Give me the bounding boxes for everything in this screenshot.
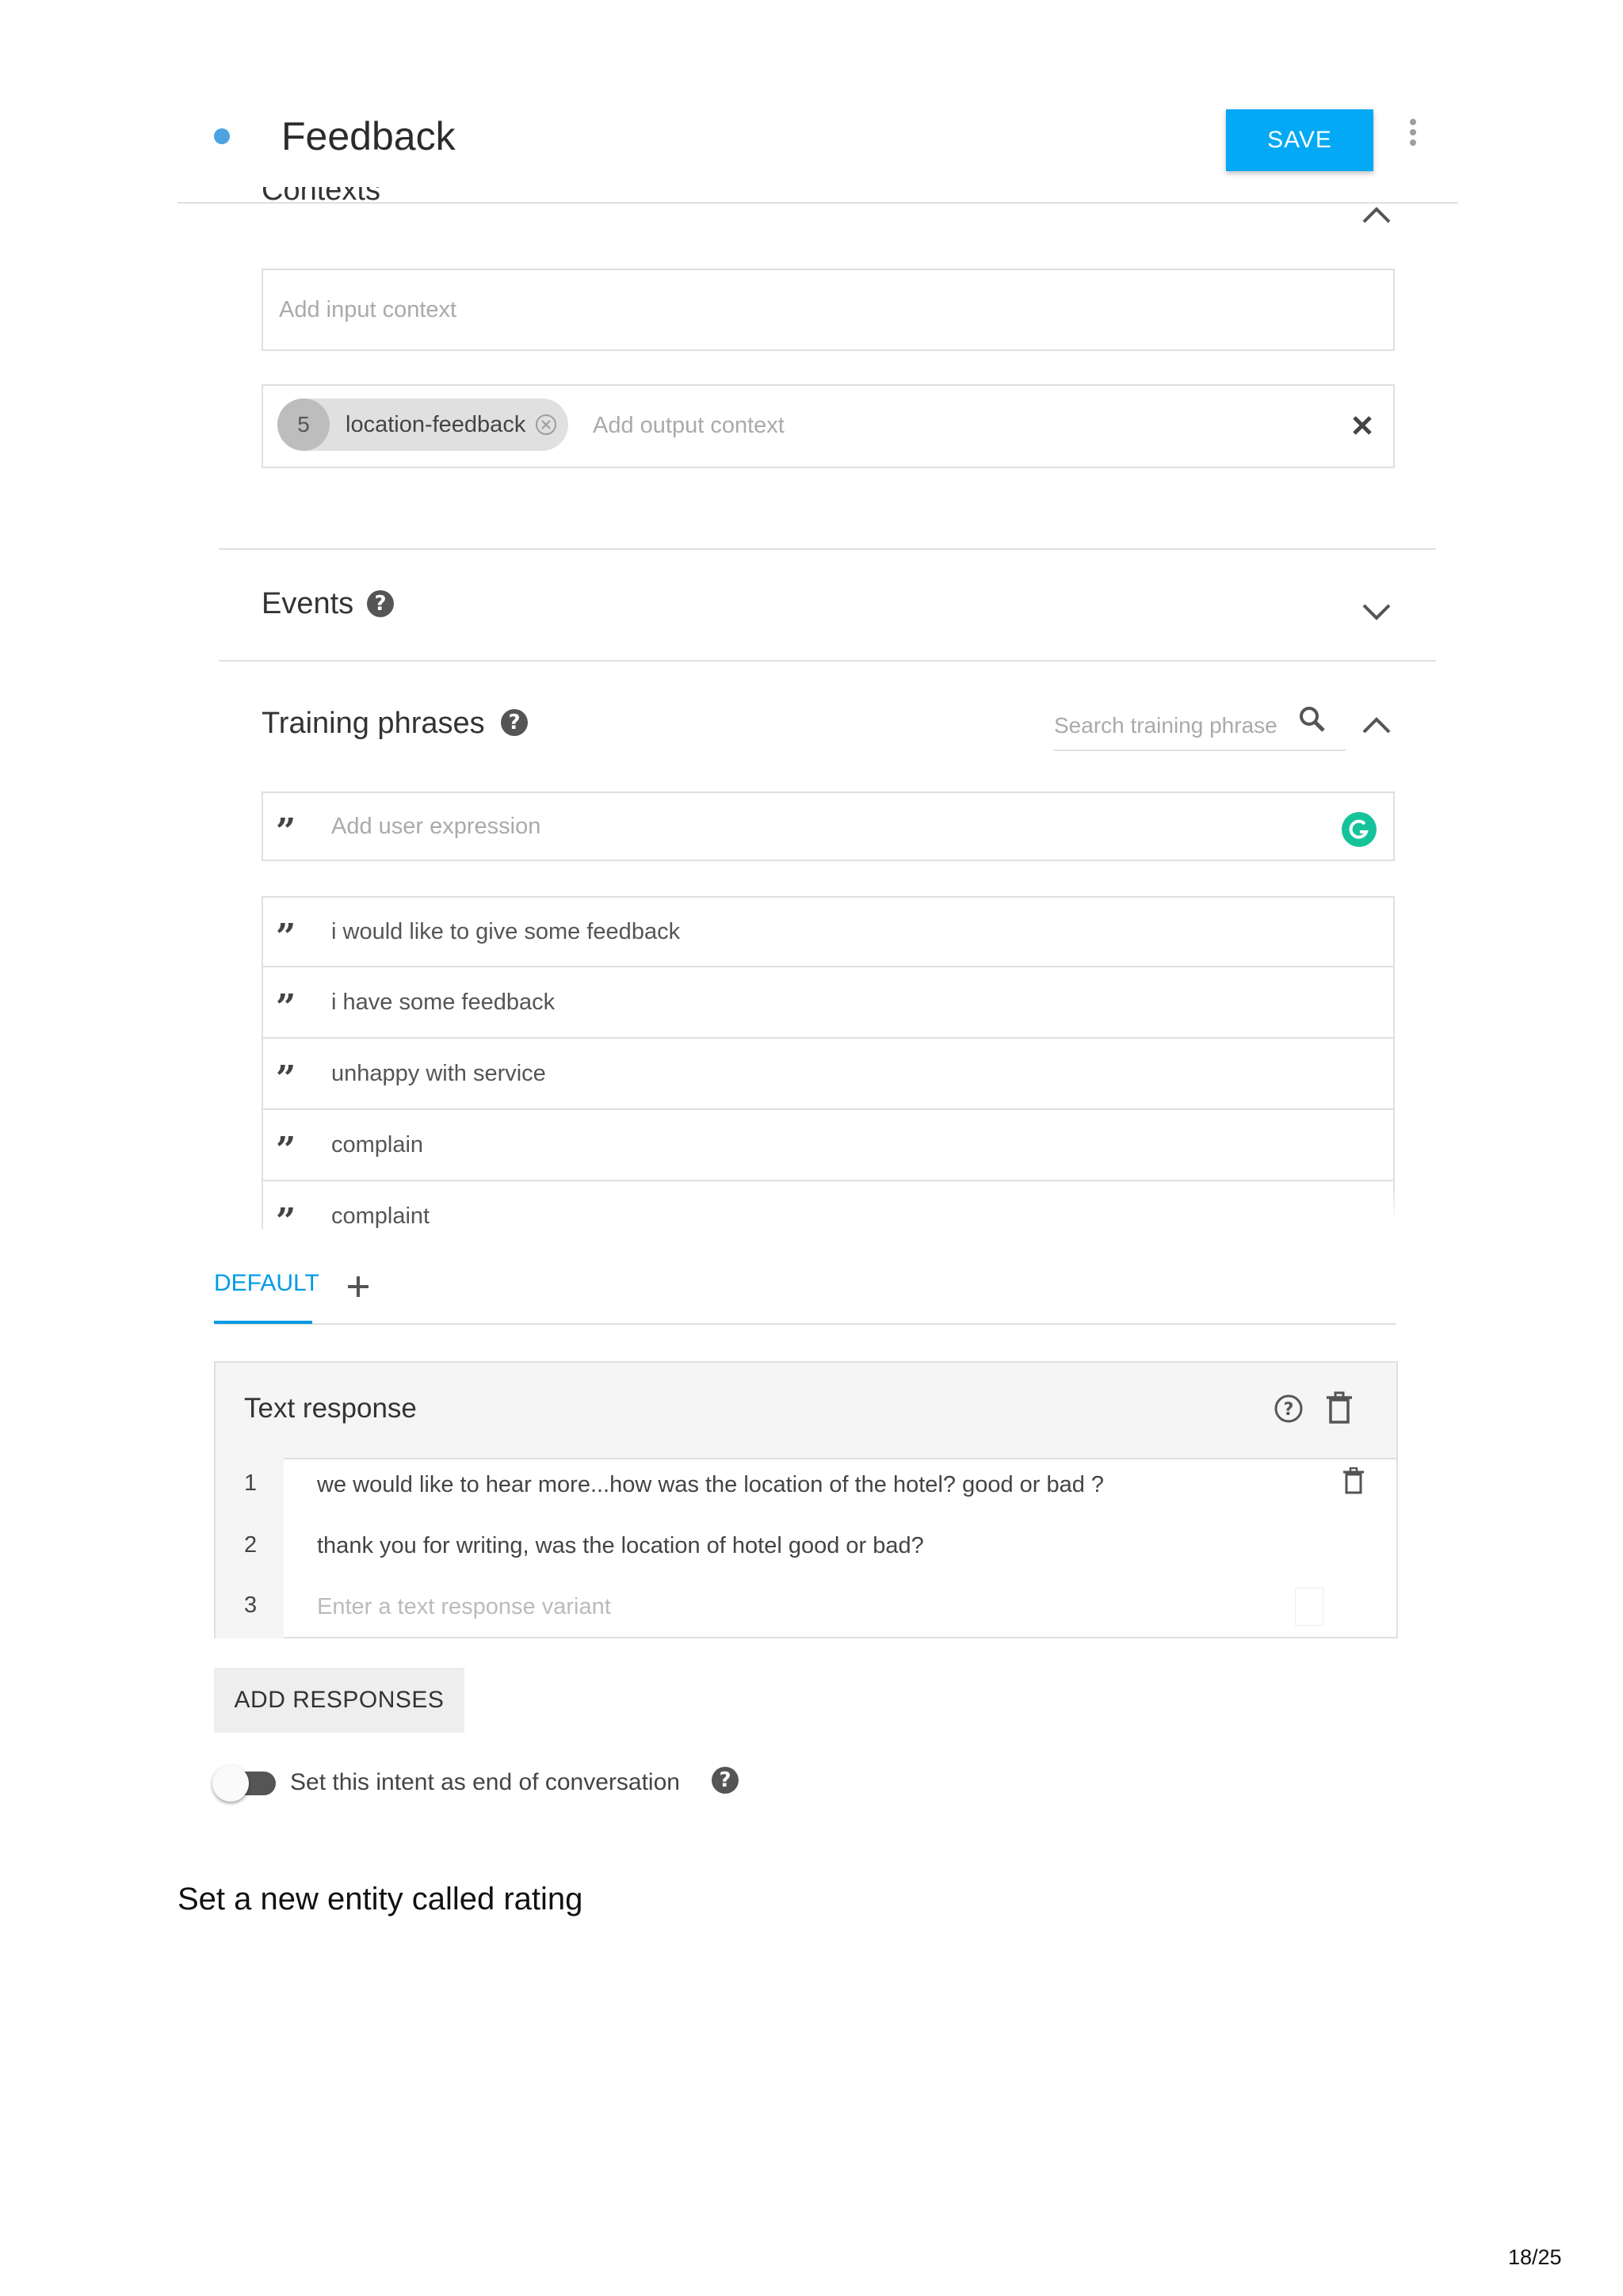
quote-icon: ” xyxy=(276,1058,296,1099)
contexts-header: Contexts xyxy=(262,187,1371,204)
chevron-up-icon[interactable] xyxy=(1359,198,1394,233)
text-response-header: Text response ? xyxy=(216,1363,1396,1459)
phrase-text: i would like to give some feedback xyxy=(331,918,681,944)
chevron-up-icon[interactable] xyxy=(1359,708,1394,743)
contexts-title: Contexts xyxy=(262,187,380,204)
toggle-knob[interactable] xyxy=(212,1765,249,1802)
phrase-text: complain xyxy=(331,1131,424,1158)
help-icon[interactable]: ? xyxy=(1273,1393,1304,1425)
more-options-icon[interactable] xyxy=(1408,119,1418,151)
save-button[interactable]: SAVE xyxy=(1226,109,1373,171)
response-number: 1 xyxy=(244,1470,258,1496)
add-user-expression-field[interactable]: ” Add user expression xyxy=(262,791,1395,861)
search-icon[interactable] xyxy=(1296,704,1328,735)
text-response-card: Text response ? 1 we would like to hear … xyxy=(214,1361,1398,1638)
quote-icon: ” xyxy=(276,917,296,957)
grammarly-icon[interactable] xyxy=(1341,811,1377,848)
response-number: 2 xyxy=(244,1532,258,1558)
quote-icon: ” xyxy=(276,811,296,852)
list-item[interactable]: ” complain xyxy=(262,1110,1395,1181)
help-icon[interactable]: ? xyxy=(501,709,528,736)
input-context-placeholder: Add input context xyxy=(279,297,457,322)
trash-icon[interactable] xyxy=(1342,1467,1365,1494)
phrase-text: unhappy with service xyxy=(331,1060,546,1086)
chevron-down-icon[interactable] xyxy=(1359,594,1394,629)
svg-text:?: ? xyxy=(1284,1400,1294,1420)
end-conversation-label: Set this intent as end of conversation xyxy=(290,1769,680,1795)
fade-overlay xyxy=(444,1188,1442,1233)
quote-icon: ” xyxy=(276,1130,296,1170)
quote-icon: ” xyxy=(276,987,296,1028)
list-item[interactable]: ” i have some feedback xyxy=(262,967,1395,1039)
context-lifespan[interactable]: 5 xyxy=(277,399,330,451)
text-response-title: Text response xyxy=(244,1393,417,1424)
phrase-text: complaint xyxy=(331,1203,430,1229)
output-context-placeholder: Add output context xyxy=(593,413,785,438)
response-variant-placeholder[interactable]: Enter a text response variant xyxy=(317,1594,611,1620)
help-icon[interactable]: ? xyxy=(367,590,394,617)
tab-default[interactable]: DEFAULT xyxy=(214,1270,319,1297)
response-text[interactable]: we would like to hear more...how was the… xyxy=(317,1472,1104,1498)
phrase-text: i have some feedback xyxy=(331,989,556,1015)
events-title: Events xyxy=(262,587,354,620)
section-divider xyxy=(219,660,1436,662)
active-tab-indicator xyxy=(214,1321,312,1324)
intent-title: Feedback xyxy=(281,114,456,158)
context-chip[interactable]: 5 location-feedback xyxy=(277,399,569,451)
response-number: 3 xyxy=(244,1592,258,1618)
grammarly-slot xyxy=(1295,1588,1323,1626)
response-text[interactable]: thank you for writing, was the location … xyxy=(317,1533,924,1559)
clear-contexts-icon[interactable] xyxy=(1350,414,1374,437)
context-chip-label: location-feedback xyxy=(346,411,526,437)
input-context-field[interactable]: Add input context xyxy=(262,269,1395,351)
list-item[interactable]: ” i would like to give some feedback xyxy=(262,896,1395,967)
section-divider xyxy=(219,548,1436,550)
list-item[interactable]: ” unhappy with service xyxy=(262,1039,1395,1110)
trash-icon[interactable] xyxy=(1325,1391,1354,1425)
search-placeholder: Search training phrase xyxy=(1054,713,1277,738)
add-tab-icon[interactable] xyxy=(346,1274,371,1299)
page-number: 18/25 xyxy=(1508,2245,1562,2269)
help-icon[interactable]: ? xyxy=(712,1767,739,1794)
document-caption: Set a new entity called rating xyxy=(178,1882,583,1917)
tabs-divider xyxy=(214,1323,1396,1325)
training-phrases-title: Training phrases xyxy=(262,707,485,740)
add-expression-placeholder: Add user expression xyxy=(331,813,541,839)
remove-chip-icon[interactable] xyxy=(535,414,557,436)
training-phrase-list: ” i would like to give some feedback ” i… xyxy=(262,896,1395,1229)
quote-icon: ” xyxy=(276,1201,296,1230)
add-responses-button[interactable]: ADD RESPONSES xyxy=(214,1668,464,1733)
status-dot xyxy=(214,128,230,144)
